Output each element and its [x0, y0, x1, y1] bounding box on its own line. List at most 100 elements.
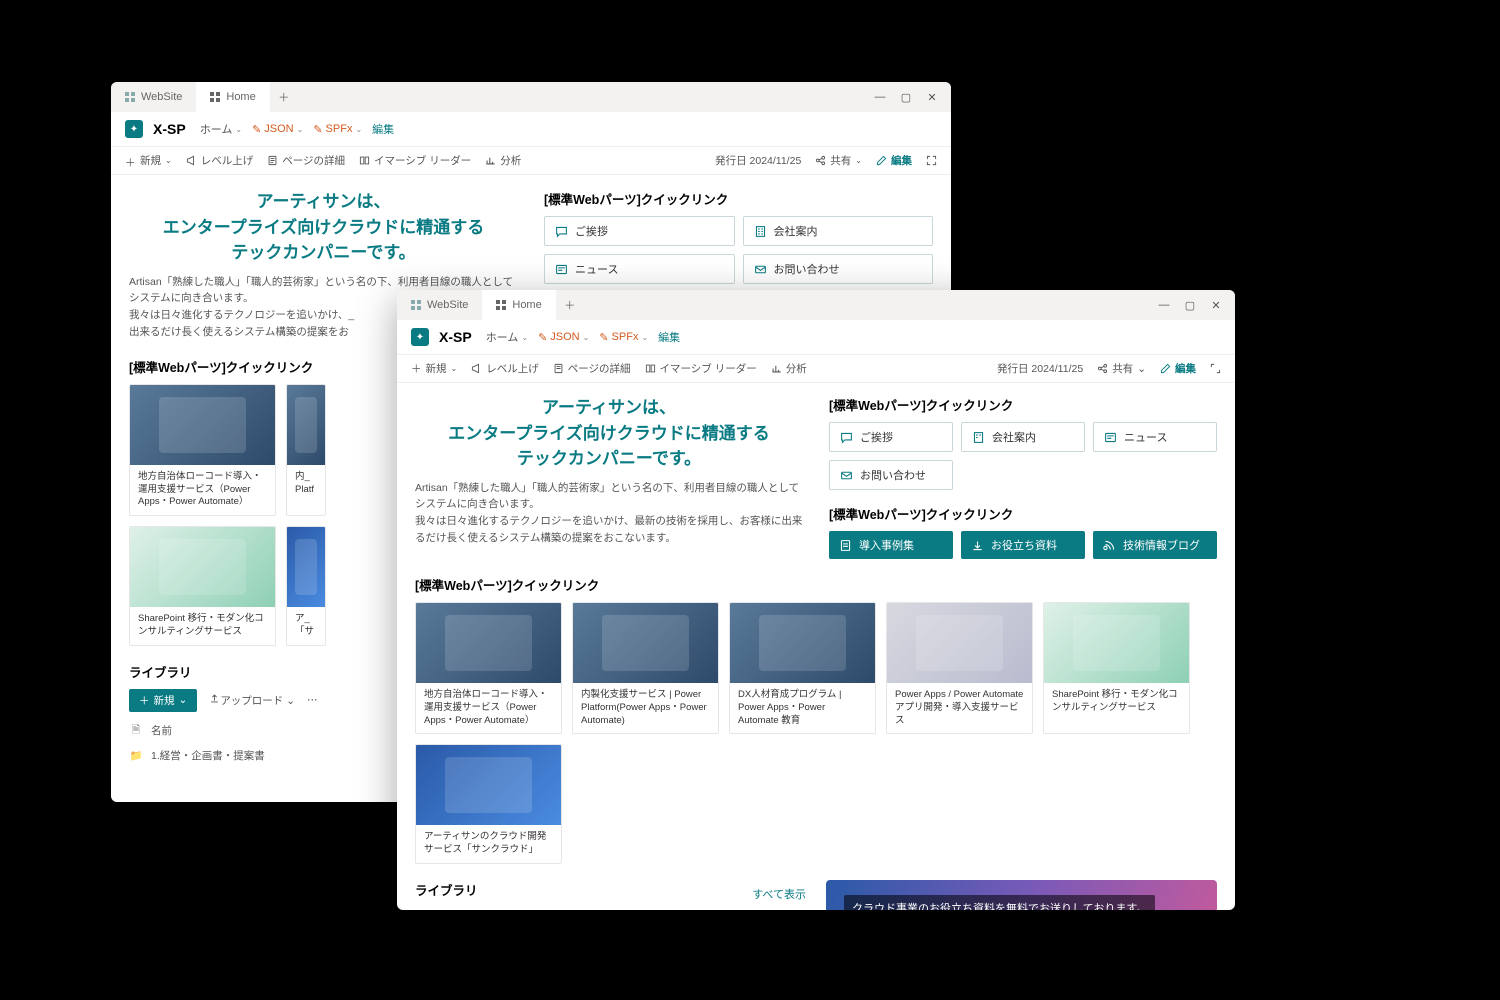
pencil-icon [1160, 363, 1171, 374]
chart-icon [771, 363, 782, 374]
ql-company[interactable]: 会社案内 [961, 422, 1085, 452]
cmd-immersive[interactable]: イマーシブ リーダー [359, 153, 471, 168]
site-name: X-SP [439, 329, 472, 345]
news-icon [1104, 431, 1117, 444]
ql-greeting[interactable]: ご挨拶 [544, 216, 735, 246]
lib-new-button[interactable]: ＋ 新規 ⌄ [129, 689, 197, 712]
card-suncloud[interactable]: アーティサンのクラウド開発サービス「サンクラウド」 [415, 744, 562, 864]
tab-website[interactable]: WebSite [111, 82, 196, 112]
page-icon [553, 363, 564, 374]
expand-icon [1210, 363, 1221, 374]
building-icon [754, 225, 767, 238]
mail-icon [840, 469, 853, 482]
pencil-icon [876, 155, 887, 166]
chat-icon [840, 431, 853, 444]
cmd-new[interactable]: ＋ 新規 ⌄ [411, 361, 457, 376]
nav-json[interactable]: ✎JSON⌄ [252, 123, 303, 136]
cmd-analytics[interactable]: 分析 [485, 153, 521, 168]
tab-home[interactable]: Home [196, 82, 269, 112]
card-sharepoint-small[interactable]: SharePoint 移行・モダン化コンサルティングサービス [129, 526, 276, 646]
rss-icon [1103, 539, 1116, 552]
maximize-icon[interactable]: ▢ [1179, 299, 1201, 312]
site-logo: ✦ [411, 328, 429, 346]
grid-icon [411, 300, 421, 310]
ql-docs[interactable]: お役立ち資料 [961, 531, 1085, 559]
command-bar: ＋ 新規 ⌄ レベル上げ ページの詳細 イマーシブ リーダー 分析 発行日 20… [397, 355, 1235, 383]
site-header: ✦ X-SP ホーム⌄ ✎JSON⌄ ✎SPFx⌄ 編集 [397, 320, 1235, 355]
hero-headline: アーティサンは、エンタープライズ向けクラウドに精通するテックカンパニーです。 [415, 395, 803, 472]
add-tab[interactable]: ＋ [270, 89, 298, 105]
cmd-edit[interactable]: 編集 [1160, 361, 1196, 376]
publish-date: 発行日 2024/11/25 [997, 361, 1083, 376]
card-local-gov[interactable]: 地方自治体ローコード導入・運用支援サービス（Power Apps・Power A… [129, 384, 276, 516]
cmd-share[interactable]: 共有 ⌄ [1097, 361, 1146, 376]
ql-cases[interactable]: 導入事例集 [829, 531, 953, 559]
lib-upload[interactable]: アップロード ⌄ [209, 693, 295, 708]
cmd-page-details[interactable]: ページの詳細 [553, 361, 631, 376]
nav-edit[interactable]: 編集 [372, 121, 394, 137]
add-tab[interactable]: ＋ [556, 297, 584, 313]
ql-contact[interactable]: お問い合わせ [743, 254, 934, 284]
ql-blog[interactable]: 技術情報ブログ [1093, 531, 1217, 559]
close-icon[interactable]: ✕ [921, 91, 943, 104]
share-icon [815, 155, 826, 166]
card-dx[interactable]: DX人材育成プログラム | Power Apps・Power Automate … [729, 602, 876, 734]
card-partial-1[interactable]: 内_ Platf [286, 384, 326, 516]
cmd-expand[interactable] [926, 155, 937, 166]
maximize-icon[interactable]: ▢ [895, 91, 917, 104]
share-icon [1097, 363, 1108, 374]
card-local-gov[interactable]: 地方自治体ローコード導入・運用支援サービス（Power Apps・Power A… [415, 602, 562, 734]
mail-icon [754, 263, 767, 276]
megaphone-icon [471, 363, 482, 374]
quicklinks-title-3: [標準Webパーツ]クイックリンク [415, 575, 1217, 594]
card-powerapps[interactable]: Power Apps / Power Automate アプリ開発・導入支援サー… [886, 602, 1033, 734]
cmd-page-details[interactable]: ページの詳細 [267, 153, 345, 168]
cmd-promote[interactable]: レベル上げ [186, 153, 254, 168]
nav-spfx[interactable]: ✎SPFx⌄ [599, 331, 648, 344]
ql-news[interactable]: ニュース [1093, 422, 1217, 452]
tab-website[interactable]: WebSite [397, 290, 482, 320]
reader-icon [359, 155, 370, 166]
ql-greeting[interactable]: ご挨拶 [829, 422, 953, 452]
cmd-expand[interactable] [1210, 363, 1221, 374]
folder-icon: 📁 [129, 749, 143, 762]
card-partial-2[interactable]: ア_ 「サ [286, 526, 326, 646]
cmd-immersive[interactable]: イマーシブ リーダー [645, 361, 757, 376]
nav-home[interactable]: ホーム⌄ [200, 121, 242, 137]
minimize-icon[interactable]: — [1153, 299, 1175, 312]
cmd-edit[interactable]: 編集 [876, 153, 912, 168]
ql-company[interactable]: 会社案内 [743, 216, 934, 246]
quicklinks-title-2: [標準Webパーツ]クイックリンク [829, 504, 1217, 523]
lib-more[interactable]: ⋯ [307, 694, 318, 706]
tab-bar: WebSite Home ＋ — ▢ ✕ [397, 290, 1235, 320]
close-icon[interactable]: ✕ [1205, 299, 1227, 312]
ql-contact[interactable]: お問い合わせ [829, 460, 953, 490]
nav-json[interactable]: ✎JSON⌄ [538, 331, 589, 344]
cmd-new[interactable]: ＋新規⌄ [125, 153, 172, 168]
command-bar: ＋新規⌄ レベル上げ ページの詳細 イマーシブ リーダー 分析 発行日 2024… [111, 147, 951, 175]
quicklinks-title: [標準Webパーツ]クイックリンク [829, 395, 1217, 414]
upload-icon [209, 693, 220, 704]
hero-desc: Artisan「熟練した職人」「職人的芸術家」という名の下、利用者目線の職人とし… [415, 480, 803, 547]
chat-icon [555, 225, 568, 238]
tab-home[interactable]: Home [482, 290, 555, 320]
expand-icon [926, 155, 937, 166]
hero-headline: アーティサンは、エンタープライズ向けクラウドに精通するテックカンパニーです。 [129, 189, 518, 266]
nav-spfx[interactable]: ✎SPFx⌄ [313, 123, 362, 136]
ql-news[interactable]: ニュース [544, 254, 735, 284]
cmd-share[interactable]: 共有⌄ [815, 153, 862, 168]
card-sharepoint[interactable]: SharePoint 移行・モダン化コンサルティングサービス [1043, 602, 1190, 734]
plus-icon: ＋ [125, 155, 136, 166]
minimize-icon[interactable]: — [869, 91, 891, 104]
nav-edit[interactable]: 編集 [658, 329, 680, 345]
grid-icon [210, 92, 220, 102]
megaphone-icon [186, 155, 197, 166]
lib-show-all[interactable]: すべて表示 [752, 886, 806, 902]
site-header: ✦ X-SP ホーム⌄ ✎JSON⌄ ✎SPFx⌄ 編集 [111, 112, 951, 147]
building-icon [972, 431, 985, 444]
cmd-analytics[interactable]: 分析 [771, 361, 807, 376]
card-naisei[interactable]: 内製化支援サービス | Power Platform(Power Apps・Po… [572, 602, 719, 734]
cmd-promote[interactable]: レベル上げ [471, 361, 539, 376]
nav-home[interactable]: ホーム⌄ [486, 329, 528, 345]
grid-icon [496, 300, 506, 310]
